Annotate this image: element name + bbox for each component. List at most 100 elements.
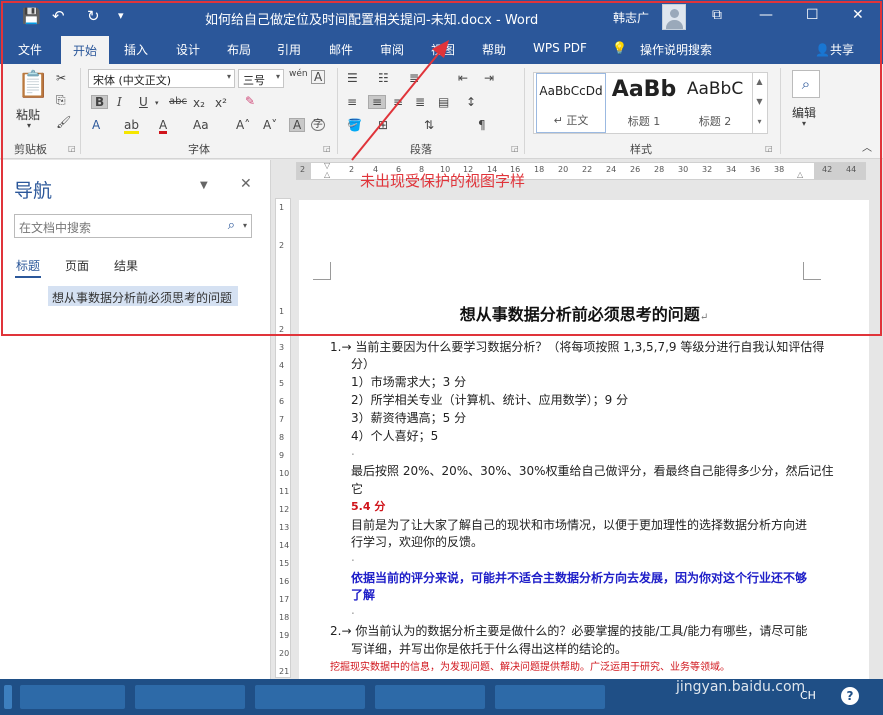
font-color-button[interactable]: A [159, 119, 168, 134]
bullets-icon[interactable]: ☰ [347, 72, 358, 84]
weight-line-1[interactable]: 最后按照 20%、20%、30%、30%权重给自己做评分，看最终自己能得多少分，… [351, 462, 834, 479]
dialog-launcher-icon[interactable]: ◲ [765, 144, 773, 153]
dialog-launcher-icon[interactable]: ◲ [323, 144, 331, 153]
chevron-down-icon[interactable]: ▾ [243, 221, 247, 230]
change-case-button[interactable]: Aa [193, 119, 209, 131]
minimize-button[interactable]: — [759, 7, 773, 23]
shrink-font-button[interactable]: A˅ [263, 119, 277, 131]
blue-conclusion-line-1[interactable]: 依据当前的评分来说，可能并不适合主数据分析方向去发展，因为你对这个行业还不够 [351, 569, 807, 586]
text-effects-button[interactable]: A [92, 119, 100, 131]
collapse-ribbon-icon[interactable]: ︿ [862, 144, 872, 154]
tab-references[interactable]: 引用 [277, 41, 301, 58]
sort-icon[interactable]: ⇅ [424, 119, 434, 131]
nav-tab-headings[interactable]: 标题 [16, 257, 40, 274]
taskbar-item[interactable] [375, 685, 485, 709]
first-line-indent-marker[interactable]: ▽ [324, 162, 330, 170]
font-size-combo[interactable]: 三号 ▾ [238, 69, 284, 88]
style-normal[interactable]: AaBbCcDd ↵ 正文 [536, 73, 606, 133]
justify-icon[interactable]: ≣ [415, 96, 425, 108]
multilevel-list-icon[interactable]: ≣ [409, 72, 419, 84]
more-styles-icon[interactable]: ▾ [753, 112, 766, 132]
vertical-ruler[interactable]: 1 2 1 2 3 4 5 6 7 8 9 10 11 12 13 14 15 … [275, 198, 291, 678]
grow-font-button[interactable]: A˄ [236, 119, 250, 131]
copy-icon[interactable]: ⎘ [56, 94, 66, 106]
style-heading-2[interactable]: AaBbC 标题 2 [680, 73, 750, 133]
line-spacing-icon[interactable]: ↕ [466, 96, 476, 108]
save-icon[interactable]: 💾 [22, 7, 41, 25]
increase-indent-icon[interactable]: ⇥ [484, 72, 494, 84]
hanging-indent-marker[interactable]: △ [324, 171, 330, 179]
distributed-icon[interactable]: ▤ [438, 96, 449, 108]
search-icon[interactable]: ⌕ [228, 218, 235, 233]
enclose-characters-button[interactable]: 字 [311, 119, 325, 131]
borders-icon[interactable]: ⊞ [378, 119, 388, 131]
nav-search-input[interactable]: 在文档中搜索 ⌕ ▾ [14, 214, 252, 238]
strikethrough-button[interactable]: abc [169, 97, 187, 107]
user-name[interactable]: 韩志广 [613, 9, 649, 26]
question-1-line-1[interactable]: 1.→ 当前主要因为什么要学习数据分析？（将每项按照 1,3,5,7,9 等级分… [330, 338, 824, 355]
font-name-combo[interactable]: 宋体 (中文正文) ▾ [88, 69, 235, 88]
tab-review[interactable]: 审阅 [380, 41, 404, 58]
numbering-icon[interactable]: ☷ [378, 72, 389, 84]
italic-button[interactable]: I [117, 96, 122, 108]
question-2-line-1[interactable]: 2.→ 你当前认为的数据分析主要是做什么的？必要掌握的技能/工具/能力有哪些，请… [330, 622, 807, 639]
weight-line-2[interactable]: 它 [351, 480, 363, 497]
style-heading-1[interactable]: AaBb 标题 1 [608, 73, 680, 133]
redo-icon[interactable]: ↻ [87, 7, 100, 25]
highlight-button[interactable]: ab [124, 119, 139, 134]
nav-tab-results[interactable]: 结果 [114, 257, 138, 274]
tell-me-search[interactable]: 操作说明搜索 [640, 41, 712, 58]
dialog-launcher-icon[interactable]: ◲ [511, 144, 519, 153]
close-button[interactable]: ✕ [852, 7, 864, 23]
chevron-down-icon[interactable]: ▾ [802, 120, 806, 128]
taskbar-item[interactable] [135, 685, 245, 709]
taskbar-item[interactable] [495, 685, 605, 709]
purpose-line-1[interactable]: 目前是为了让大家了解自己的现状和市场情况，以便于更加理性的选择数据分析方向进 [351, 516, 807, 533]
dialog-launcher-icon[interactable]: ◲ [68, 144, 76, 153]
tab-file[interactable]: 文件 [18, 41, 42, 58]
avatar[interactable] [662, 4, 686, 30]
undo-icon[interactable]: ↶ [52, 7, 65, 25]
styles-scroll[interactable]: ▲ ▼ ▾ [752, 72, 766, 134]
document-title[interactable]: 想从事数据分析前必须思考的问题↵ [299, 301, 869, 325]
question-2-line-2[interactable]: 写详细，并写出你是依托于什么得出这样的结论的。 [351, 640, 627, 657]
ribbon-display-icon[interactable]: ⧉ [712, 7, 722, 23]
bold-button[interactable]: B [91, 95, 109, 109]
chevron-down-icon[interactable]: ▼ [753, 92, 766, 112]
taskbar-item[interactable] [255, 685, 365, 709]
score-text[interactable]: 5.4 分 [351, 498, 385, 514]
share-button[interactable]: 👤共享 [815, 41, 854, 58]
tab-home[interactable]: 开始 [61, 36, 110, 64]
tab-view[interactable]: 视图 [431, 41, 455, 58]
align-center-icon[interactable]: ≡ [368, 95, 387, 109]
document-area[interactable]: 2 2 4 6 8 10 12 14 16 18 20 22 24 26 28 … [272, 160, 883, 679]
character-shading-button[interactable]: A [289, 118, 306, 132]
taskbar-item[interactable] [4, 685, 12, 709]
tab-wps-pdf[interactable]: WPS PDF [533, 41, 587, 55]
blue-conclusion-line-2[interactable]: 了解 [351, 586, 375, 603]
ime-indicator[interactable]: CH [800, 689, 816, 702]
nav-options-icon[interactable]: ▼ [200, 180, 208, 191]
close-icon[interactable]: ✕ [240, 176, 252, 192]
tab-insert[interactable]: 插入 [124, 41, 148, 58]
option-1[interactable]: 1）市场需求大；3 分 [351, 373, 466, 390]
maximize-button[interactable]: ☐ [806, 7, 819, 23]
nav-heading-item[interactable]: 想从事数据分析前必须思考的问题 [48, 286, 238, 306]
chevron-up-icon[interactable]: ▲ [753, 72, 766, 92]
nav-tab-pages[interactable]: 页面 [65, 257, 89, 274]
clear-formatting-icon[interactable]: ✎ [245, 95, 255, 107]
tab-design[interactable]: 设计 [176, 41, 200, 58]
answer-text[interactable]: 挖掘现实数据中的信息，为发现问题、解决问题提供帮助。广泛运用于研究、业务等领域。 [330, 658, 730, 673]
shading-icon[interactable]: 🪣 [347, 119, 362, 131]
show-marks-icon[interactable]: ¶ [478, 119, 486, 131]
tab-help[interactable]: 帮助 [482, 41, 506, 58]
option-3[interactable]: 3）薪资待遇高；5 分 [351, 409, 466, 426]
decrease-indent-icon[interactable]: ⇤ [458, 72, 468, 84]
clipboard-icon[interactable]: 📋 [17, 72, 49, 98]
phonetic-guide-icon[interactable]: wén [289, 70, 308, 79]
format-painter-icon[interactable]: 🖌 [56, 116, 71, 128]
question-1-line-2[interactable]: 分） [351, 355, 375, 372]
purpose-line-2[interactable]: 行学习，欢迎你的反馈。 [351, 533, 483, 550]
help-icon[interactable]: ? [841, 687, 859, 705]
cut-icon[interactable]: ✂ [56, 72, 66, 84]
